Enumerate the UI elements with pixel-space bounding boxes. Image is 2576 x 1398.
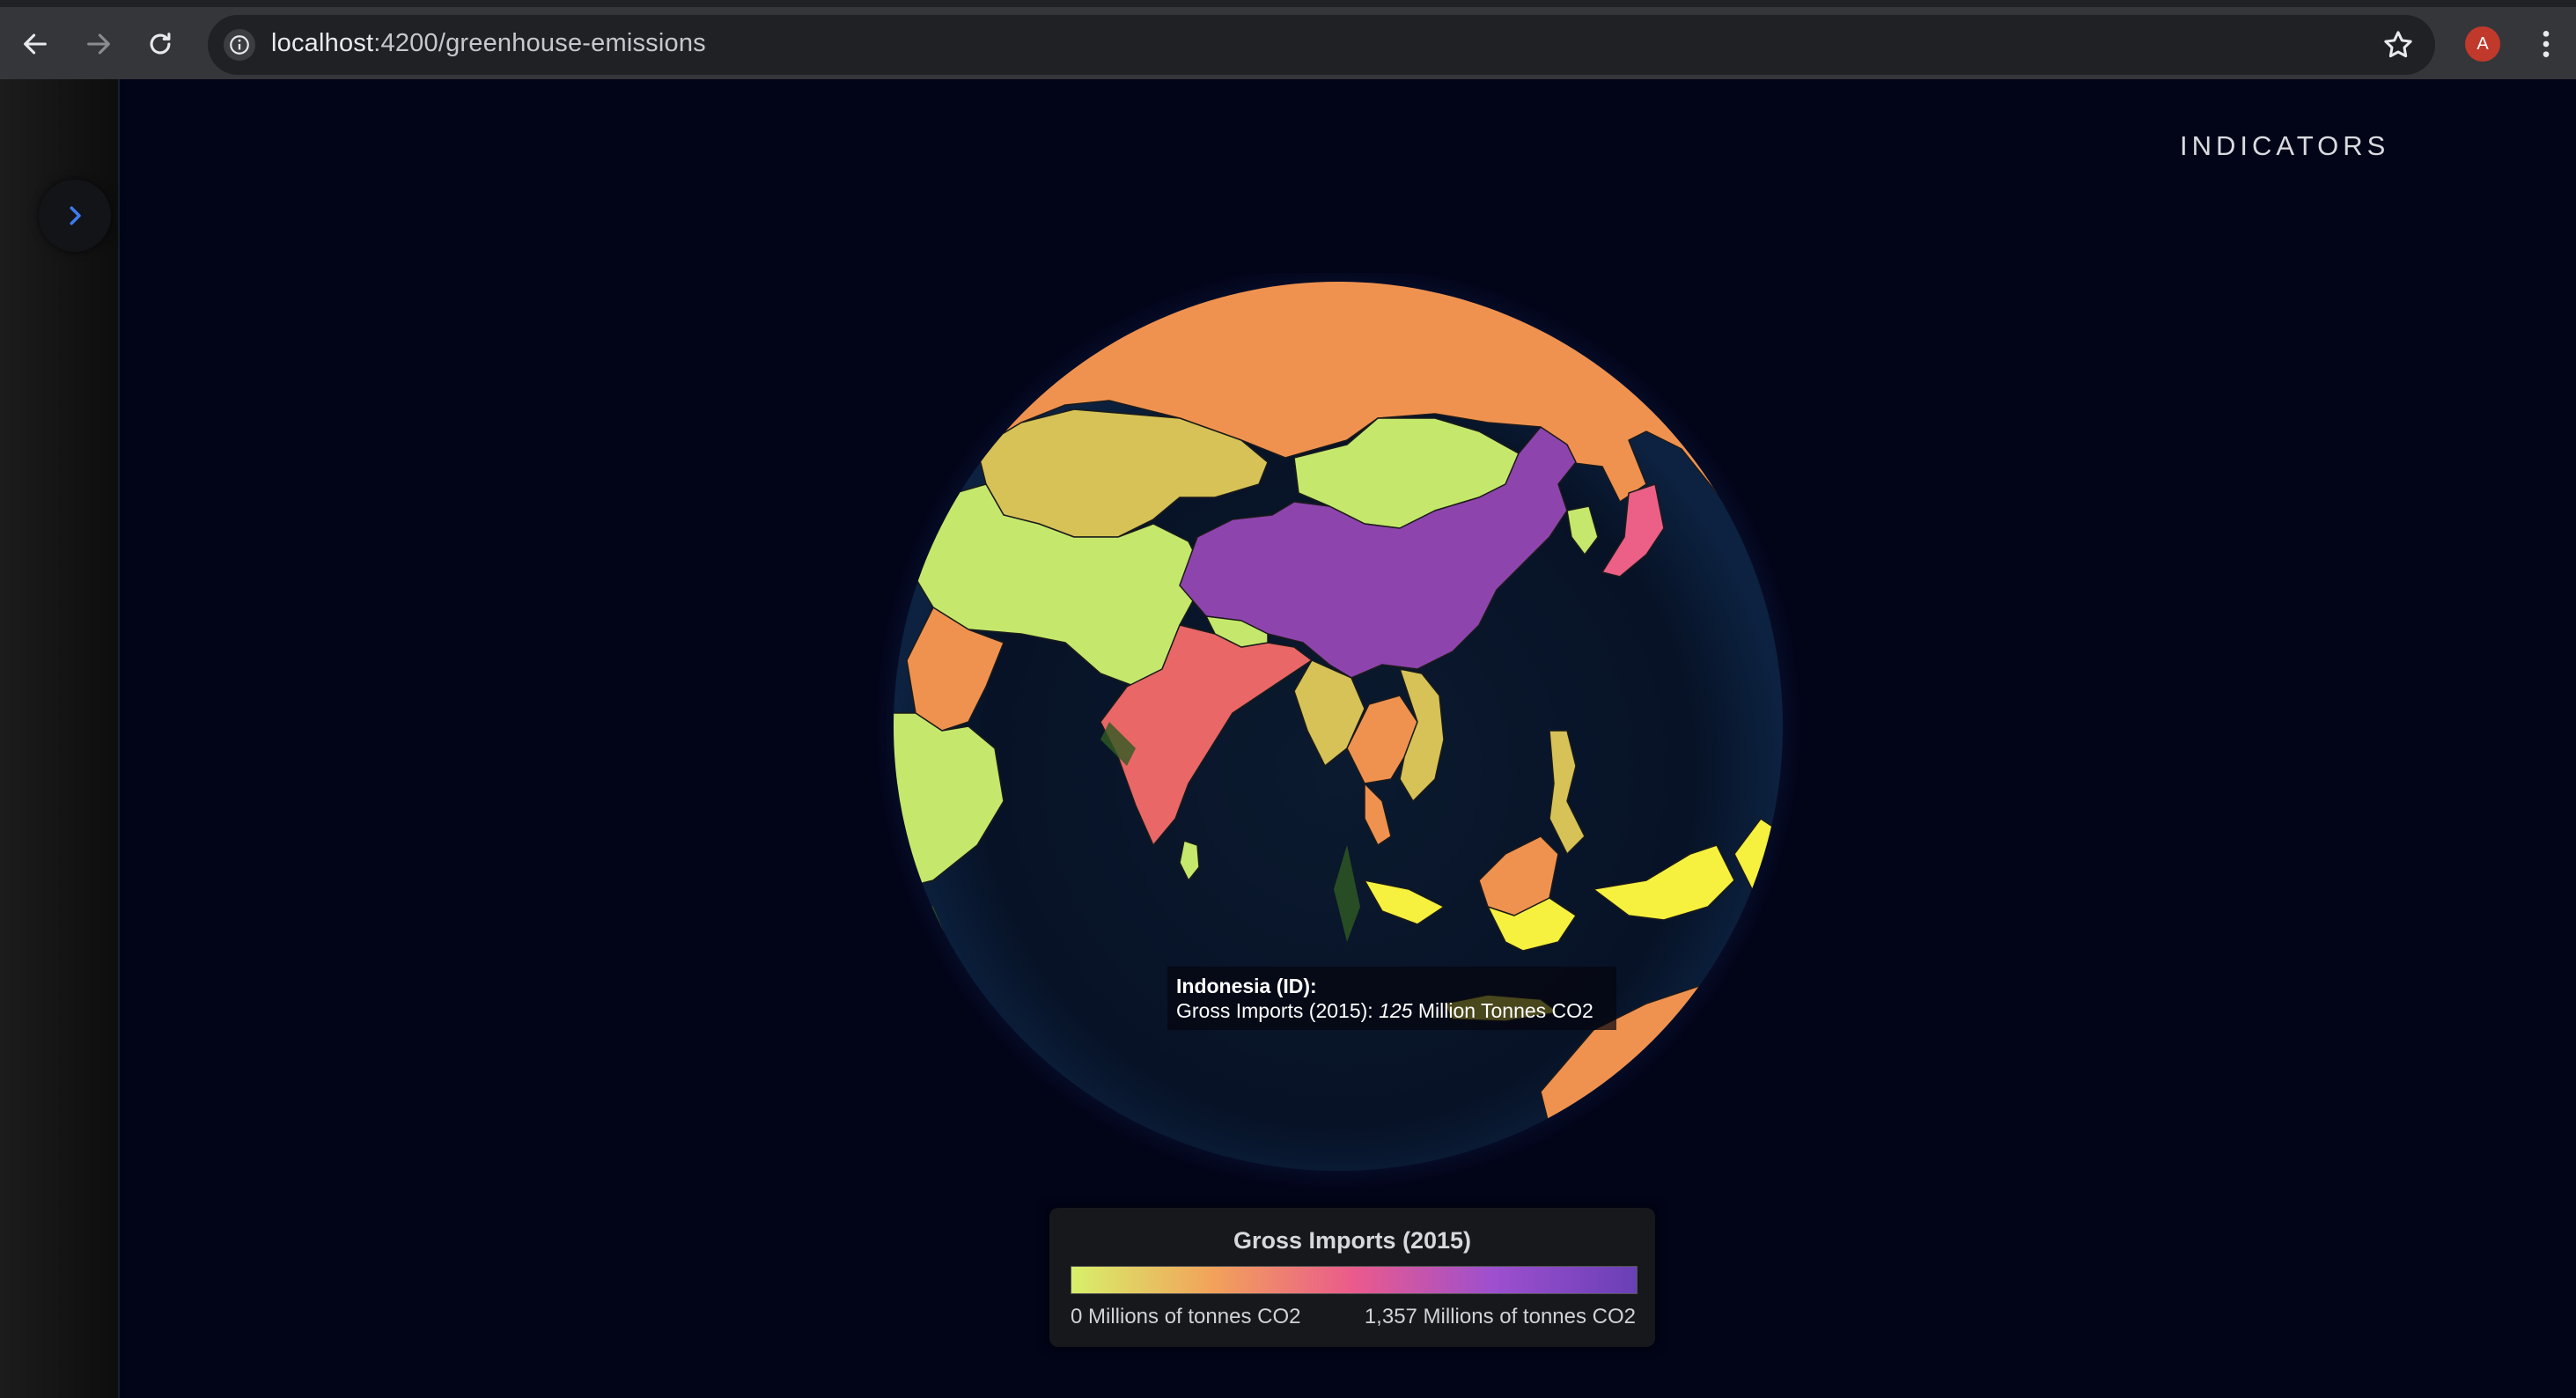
legend-max-label: 1,357 Millions of tonnes CO2 [1364,1305,1636,1328]
url-path: :4200/greenhouse-emissions [373,29,706,57]
arrow-left-icon [24,33,47,55]
address-bar[interactable]: localhost:4200/greenhouse-emissions [208,15,2435,75]
more-vert-icon[interactable] [2528,26,2564,62]
sidebar [0,79,120,1398]
arrow-right-icon [87,33,110,55]
globe[interactable] [872,273,1805,1206]
reload-button[interactable] [136,19,185,69]
forward-button[interactable] [74,19,123,69]
tooltip-metric-prefix: Gross Imports (2015): [1176,999,1380,1022]
profile-avatar[interactable]: A [2465,26,2500,62]
color-legend: Gross Imports (2015) 0 Millions of tonne… [1049,1208,1655,1347]
tooltip-value: 125 [1379,999,1413,1022]
indicators-heading[interactable]: INDICATORS [2180,130,2389,162]
bookmark-star-icon[interactable] [2381,27,2416,63]
chevron-right-icon [70,206,81,225]
browser-toolbar: localhost:4200/greenhouse-emissions A [0,0,2576,79]
legend-min-label: 0 Millions of tonnes CO2 [1071,1305,1301,1328]
back-button[interactable] [11,19,60,69]
reload-icon [150,33,171,55]
sidebar-expand-button[interactable] [39,180,111,252]
tooltip-metric: Gross Imports (2015): 125 Million Tonnes… [1176,998,1608,1023]
legend-title: Gross Imports (2015) [1233,1227,1472,1254]
country-tooltip: Indonesia (ID): Gross Imports (2015): 12… [1167,967,1616,1030]
site-info-icon[interactable] [224,29,255,61]
url-host: localhost [271,29,374,57]
tooltip-unit: Million Tonnes CO2 [1412,999,1593,1022]
url-text[interactable]: localhost:4200/greenhouse-emissions [271,29,706,58]
tooltip-country: Indonesia (ID): [1176,975,1317,997]
legend-gradient-bar [1071,1266,1638,1294]
